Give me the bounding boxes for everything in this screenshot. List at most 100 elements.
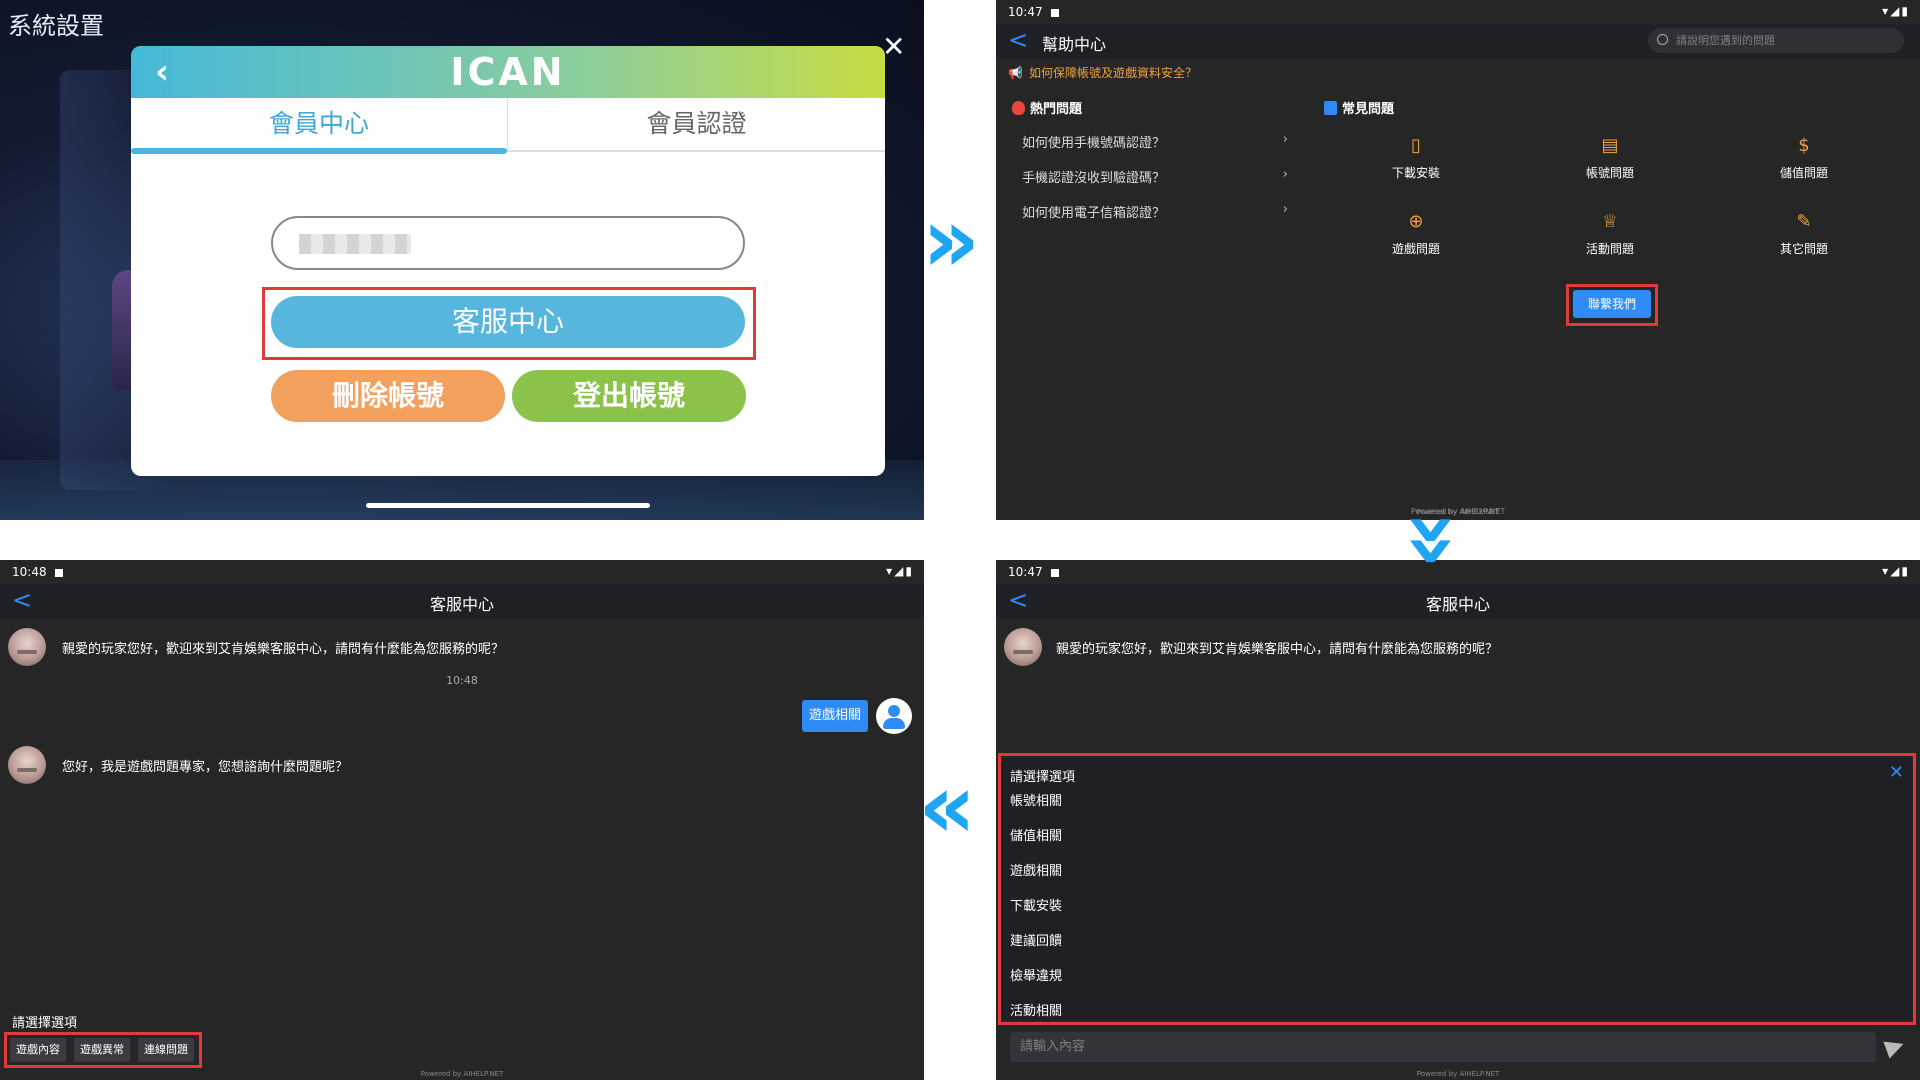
user-head-icon — [888, 705, 900, 717]
chat-header: < 客服中心 — [0, 584, 924, 618]
faq-title: 常見問題 — [1324, 98, 1394, 117]
highlight-contact-us — [1566, 284, 1658, 326]
chevron-right-icon: › — [1282, 132, 1288, 147]
status-time: 10:47 — [1008, 5, 1059, 19]
highlight-option-sheet — [998, 753, 1916, 1025]
status-time-text: 10:47 — [1008, 565, 1043, 579]
agent-avatar — [1004, 628, 1042, 666]
status-time-text: 10:48 — [12, 565, 47, 579]
hot-questions-label: 熱門問題 — [1030, 102, 1083, 117]
game-settings-panel: 系統設置 ✕ ‹ ICAN 會員中心 會員認證 客服中心 刪除帳號 登出帳號 — [0, 0, 924, 520]
hot-question-item[interactable]: 如何使用手機號碼認證？ › — [1022, 132, 1288, 160]
back-icon[interactable]: < — [1008, 26, 1028, 54]
status-bar: 10:47 ▾◢▮ — [996, 0, 1920, 24]
category-payment[interactable]: $ 儲值問題 — [1744, 136, 1864, 181]
category-other[interactable]: ✎ 其它問題 — [1744, 212, 1864, 257]
page-title: 客服中心 — [1425, 595, 1490, 614]
status-icons: ▾◢▮ — [1882, 4, 1910, 18]
welcome-message: 親愛的玩家您好，歡迎來到艾肯娛樂客服中心，請問有什麼能為您服務的呢？ — [62, 642, 505, 657]
home-indicator-bar[interactable] — [366, 503, 650, 508]
tab-member-verification[interactable]: 會員認證 — [507, 98, 885, 150]
category-label: 遊戲問題 — [1391, 242, 1440, 256]
chevron-right-icon: › — [1282, 167, 1288, 182]
hot-question-item[interactable]: 如何使用電子信箱認證？ › — [1022, 202, 1288, 230]
send-icon[interactable] — [1883, 1035, 1907, 1059]
status-time-text: 10:47 — [1008, 5, 1043, 19]
customer-service-chat-panel: 10:48 ▾◢▮ < 客服中心 親愛的玩家您好，歡迎來到艾肯娛樂客服中心，請問… — [0, 560, 924, 1080]
status-time: 10:47 — [1008, 565, 1059, 579]
account-id-field[interactable] — [271, 216, 745, 270]
status-time: 10:48 — [12, 565, 63, 579]
customer-service-options-panel: 10:47 ▾◢▮ < 客服中心 親愛的玩家您好，歡迎來到艾肯娛樂客服中心，請問… — [996, 560, 1920, 1080]
category-label: 下載安裝 — [1391, 166, 1440, 180]
flow-arrow-left-icon: « — [918, 754, 976, 859]
category-label: 儲值問題 — [1779, 166, 1828, 180]
flow-arrow-down-icon: » — [1382, 510, 1488, 552]
category-account[interactable]: ▤ 帳號問題 — [1550, 136, 1670, 181]
welcome-message: 親愛的玩家您好，歡迎來到艾肯娛樂客服中心，請問有什麼能為您服務的呢？ — [1056, 642, 1499, 657]
megaphone-icon: 📢 — [1008, 66, 1023, 80]
blurred-account-id — [299, 234, 411, 254]
help-header: < 幫助中心 請說明您遇到的問題 — [996, 24, 1920, 58]
logout-button[interactable]: 登出帳號 — [512, 370, 746, 422]
security-notice[interactable]: 📢 如何保障帳號及遊戲資料安全？ — [1008, 64, 1197, 81]
status-icons: ▾◢▮ — [886, 564, 914, 578]
gamepad-icon: ⊕ — [1408, 211, 1424, 232]
highlight-customer-service — [262, 287, 756, 360]
status-bar: 10:48 ▾◢▮ — [0, 560, 924, 584]
user-avatar — [876, 698, 912, 734]
user-body-icon — [883, 718, 905, 729]
hot-questions-title: 熱門問題 — [1012, 98, 1082, 117]
category-label: 帳號問題 — [1585, 166, 1634, 180]
category-label: 活動問題 — [1585, 242, 1634, 256]
avatar-mark — [17, 768, 37, 772]
notification-icon — [1050, 568, 1059, 577]
category-game[interactable]: ⊕ 遊戲問題 — [1356, 212, 1476, 257]
document-icon — [1324, 101, 1337, 115]
member-center-dialog: ‹ ICAN 會員中心 會員認證 客服中心 刪除帳號 登出帳號 — [131, 46, 885, 476]
delete-account-button[interactable]: 刪除帳號 — [271, 370, 505, 422]
search-input[interactable]: 請說明您遇到的問題 — [1648, 28, 1904, 53]
agent-avatar — [8, 746, 46, 784]
page-title: 客服中心 — [429, 595, 494, 614]
notification-icon — [1050, 8, 1059, 17]
hot-question-label: 手機認證沒收到驗證碼？ — [1022, 171, 1166, 186]
hot-question-label: 如何使用手機號碼認證？ — [1022, 136, 1166, 151]
status-icons: ▾◢▮ — [1882, 564, 1910, 578]
avatar-mark — [17, 650, 37, 654]
trophy-icon: ♕ — [1601, 211, 1619, 232]
highlight-option-chips — [4, 1032, 202, 1068]
tutorial-collage: 系統設置 ✕ ‹ ICAN 會員中心 會員認證 客服中心 刪除帳號 登出帳號 1… — [0, 0, 1920, 1080]
bot-reply-message: 您好，我是遊戲問題專家，您想諮詢什麼問題呢？ — [62, 760, 349, 775]
user-message-bubble: 遊戲相關 — [802, 700, 868, 732]
avatar-mark — [1013, 650, 1033, 654]
powered-by: Powered by AIHELP.NET — [1416, 1070, 1500, 1078]
ican-logo: ICAN — [450, 50, 566, 94]
security-notice-text: 如何保障帳號及遊戲資料安全？ — [1028, 66, 1197, 80]
message-timestamp: 10:48 — [446, 674, 478, 687]
category-label: 其它問題 — [1779, 242, 1828, 256]
page-title: 幫助中心 — [1042, 35, 1107, 54]
money-bag-icon: $ — [1798, 135, 1810, 156]
powered-by: Powered by AIHELP.NET — [420, 1070, 504, 1078]
tab-member-center[interactable]: 會員中心 — [131, 98, 507, 150]
category-download[interactable]: ▯ 下載安裝 — [1356, 136, 1476, 181]
search-icon — [1657, 34, 1668, 45]
system-settings-title: 系統設置 — [8, 12, 104, 40]
chevron-right-icon: › — [1282, 202, 1288, 217]
chat-header: < 客服中心 — [996, 584, 1920, 618]
agent-avatar — [8, 628, 46, 666]
hot-question-item[interactable]: 手機認證沒收到驗證碼？ › — [1022, 167, 1288, 195]
help-center-panel: 10:47 ▾◢▮ < 幫助中心 請說明您遇到的問題 📢 如何保障帳號及遊戲資料安… — [996, 0, 1920, 520]
notification-icon — [54, 568, 63, 577]
close-icon[interactable]: ✕ — [882, 30, 905, 63]
choose-option-label: 請選擇選項 — [12, 1016, 78, 1031]
status-bar: 10:47 ▾◢▮ — [996, 560, 1920, 584]
message-input[interactable]: 請輸入內容 — [1010, 1032, 1876, 1062]
faq-label: 常見問題 — [1342, 102, 1395, 117]
hot-question-label: 如何使用電子信箱認證？ — [1022, 206, 1166, 221]
flow-arrow-right-icon: » — [922, 188, 980, 293]
active-tab-indicator — [131, 148, 507, 154]
category-event[interactable]: ♕ 活動問題 — [1550, 212, 1670, 257]
edit-icon: ✎ — [1796, 211, 1812, 232]
